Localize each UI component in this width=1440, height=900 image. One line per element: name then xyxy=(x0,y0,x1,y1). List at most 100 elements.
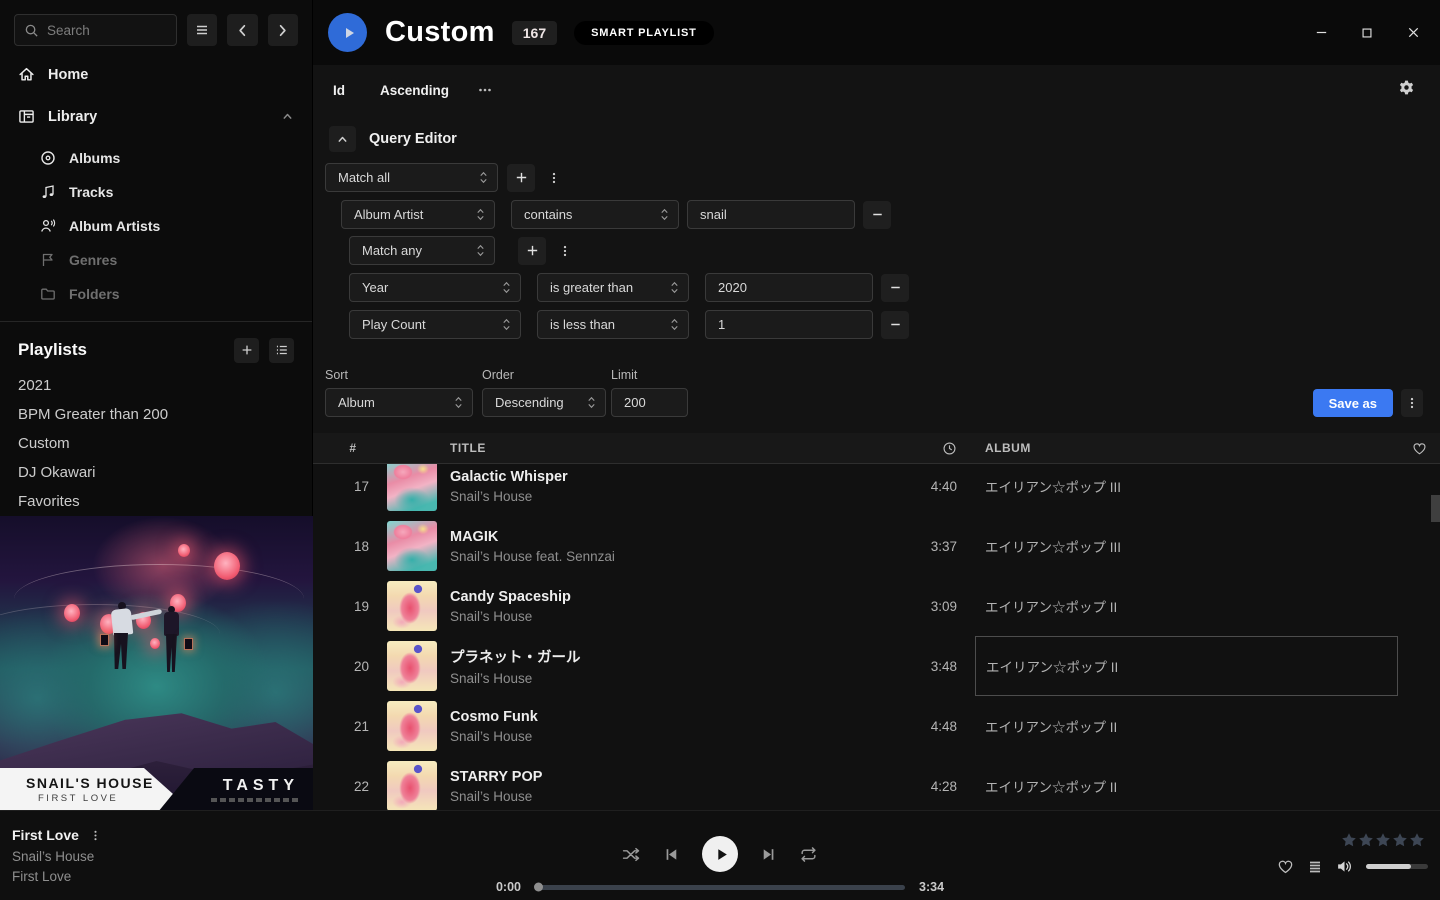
track-artist[interactable]: Snail’s House xyxy=(450,789,893,804)
track-artist[interactable]: Snail’s House xyxy=(450,489,893,504)
now-playing-album[interactable]: First Love xyxy=(12,869,102,884)
sidebar-item-folders[interactable]: Folders xyxy=(0,277,312,311)
remove-rule-button[interactable] xyxy=(881,274,909,302)
save-options-button[interactable] xyxy=(1401,389,1423,417)
sidebar-item-tracks[interactable]: Tracks xyxy=(0,175,312,209)
remove-rule-button[interactable] xyxy=(863,201,891,229)
column-title[interactable]: TITLE xyxy=(377,441,893,455)
minimize-button[interactable] xyxy=(1306,18,1336,48)
rule-value-input[interactable] xyxy=(705,273,873,302)
menu-button[interactable] xyxy=(187,14,217,46)
limit-input[interactable] xyxy=(611,388,688,417)
rule-operator-select[interactable]: contains xyxy=(511,200,679,229)
playlist-item[interactable]: Favorites xyxy=(0,487,312,516)
scrollbar-thumb[interactable] xyxy=(1431,495,1440,522)
star-icon[interactable] xyxy=(1409,832,1425,848)
table-row[interactable]: 21 Cosmo FunkSnail’s House 4:48 エイリアン☆ポッ… xyxy=(313,696,1440,756)
track-album[interactable]: エイリアン☆ポップ II xyxy=(975,576,1398,636)
column-index[interactable]: # xyxy=(329,441,377,455)
track-album[interactable]: エイリアン☆ポップ II xyxy=(975,756,1398,810)
seek-handle[interactable] xyxy=(534,883,543,892)
play-pause-button[interactable] xyxy=(702,836,738,872)
sidebar-item-genres[interactable]: Genres xyxy=(0,243,312,277)
track-album[interactable]: エイリアン☆ポップ III xyxy=(975,516,1398,576)
track-title[interactable]: Candy Spaceship xyxy=(450,589,893,605)
playlist-item[interactable]: 2021 xyxy=(0,371,312,400)
track-menu-icon[interactable] xyxy=(89,829,102,842)
star-icon[interactable] xyxy=(1375,832,1391,848)
search-box[interactable] xyxy=(14,14,177,46)
column-album[interactable]: ALBUM xyxy=(975,441,1398,455)
add-playlist-button[interactable] xyxy=(234,338,259,363)
table-row[interactable]: 19 Candy SpaceshipSnail’s House 3:09 エイリ… xyxy=(313,576,1440,636)
track-title[interactable]: STARRY POP xyxy=(450,769,893,785)
rule-field-select[interactable]: Play Count xyxy=(349,310,521,339)
sidebar-item-library[interactable]: Library xyxy=(0,98,312,135)
track-title[interactable]: プラネット・ガール xyxy=(450,646,893,667)
now-playing-artist[interactable]: Snail’s House xyxy=(12,849,102,864)
playlist-list-button[interactable] xyxy=(269,338,294,363)
queue-button[interactable] xyxy=(1307,859,1323,875)
track-artist[interactable]: Snail’s House xyxy=(450,671,893,686)
track-title[interactable]: Galactic Whisper xyxy=(450,469,893,485)
seek-bar[interactable] xyxy=(535,885,905,890)
star-icon[interactable] xyxy=(1392,832,1408,848)
track-title[interactable]: Cosmo Funk xyxy=(450,709,893,725)
group-options-button[interactable] xyxy=(555,237,575,265)
track-artist[interactable]: Snail’s House feat. Sennzai xyxy=(450,549,893,564)
table-row[interactable]: 20 プラネット・ガールSnail’s House 3:48 エイリアン☆ポップ… xyxy=(313,636,1440,696)
volume-slider[interactable] xyxy=(1366,864,1428,869)
add-rule-button[interactable] xyxy=(507,164,535,192)
track-album-focused-cell[interactable]: エイリアン☆ポップ II xyxy=(975,636,1398,696)
play-playlist-button[interactable] xyxy=(328,13,367,52)
order-select[interactable]: Descending xyxy=(482,388,606,417)
forward-button[interactable] xyxy=(268,14,298,46)
sort-select[interactable]: Album xyxy=(325,388,473,417)
playlist-item[interactable]: Custom xyxy=(0,429,312,458)
column-duration[interactable] xyxy=(893,441,957,456)
sidebar-item-home[interactable]: Home xyxy=(0,56,312,93)
rule-value-input[interactable] xyxy=(687,200,855,229)
settings-button[interactable] xyxy=(1398,79,1415,97)
collapse-chevron-icon[interactable] xyxy=(281,110,294,123)
now-playing-title[interactable]: First Love xyxy=(12,827,79,843)
rule-field-select[interactable]: Year xyxy=(349,273,521,302)
shuffle-button[interactable] xyxy=(622,846,641,863)
query-editor-collapse-button[interactable] xyxy=(329,126,356,152)
mute-button[interactable] xyxy=(1336,858,1353,875)
favorite-button[interactable] xyxy=(1277,858,1294,875)
sort-order-button[interactable]: Ascending xyxy=(380,83,449,98)
group-match-select[interactable]: Match any xyxy=(349,236,495,265)
search-input[interactable] xyxy=(47,23,167,38)
remove-rule-button[interactable] xyxy=(881,311,909,339)
rule-value-input[interactable] xyxy=(705,310,873,339)
table-row[interactable]: 22 STARRY POPSnail’s House 4:28 エイリアン☆ポッ… xyxy=(313,756,1440,810)
rating-stars[interactable] xyxy=(1341,832,1425,848)
close-button[interactable] xyxy=(1398,18,1428,48)
next-button[interactable] xyxy=(760,846,777,863)
maximize-button[interactable] xyxy=(1352,18,1382,48)
sidebar-item-albums[interactable]: Albums xyxy=(0,141,312,175)
sort-field-button[interactable]: Id xyxy=(333,83,345,98)
column-favorite[interactable] xyxy=(1398,441,1440,456)
playlist-item[interactable]: DJ Okawari xyxy=(0,458,312,487)
repeat-button[interactable] xyxy=(799,846,818,863)
previous-button[interactable] xyxy=(663,846,680,863)
rule-operator-select[interactable]: is less than xyxy=(537,310,689,339)
table-row[interactable]: 17 Galactic WhisperSnail’s House 4:40 エイ… xyxy=(313,464,1440,516)
playlist-item[interactable]: BPM Greater than 200 xyxy=(0,400,312,429)
more-options-button[interactable] xyxy=(477,81,493,99)
track-title[interactable]: MAGIK xyxy=(450,529,893,545)
add-group-rule-button[interactable] xyxy=(518,237,546,265)
track-artist[interactable]: Snail’s House xyxy=(450,609,893,624)
sidebar-item-album-artists[interactable]: Album Artists xyxy=(0,209,312,243)
rule-field-select[interactable]: Album Artist xyxy=(341,200,495,229)
rule-operator-select[interactable]: is greater than xyxy=(537,273,689,302)
track-album[interactable]: エイリアン☆ポップ II xyxy=(975,696,1398,756)
back-button[interactable] xyxy=(227,14,257,46)
root-match-select[interactable]: Match all xyxy=(325,163,498,192)
now-playing-artwork[interactable]: SNAIL'S HOUSE FIRST LOVE TASTY xyxy=(0,516,313,810)
save-as-button[interactable]: Save as xyxy=(1313,389,1393,417)
star-icon[interactable] xyxy=(1341,832,1357,848)
rule-options-button[interactable] xyxy=(544,164,564,192)
